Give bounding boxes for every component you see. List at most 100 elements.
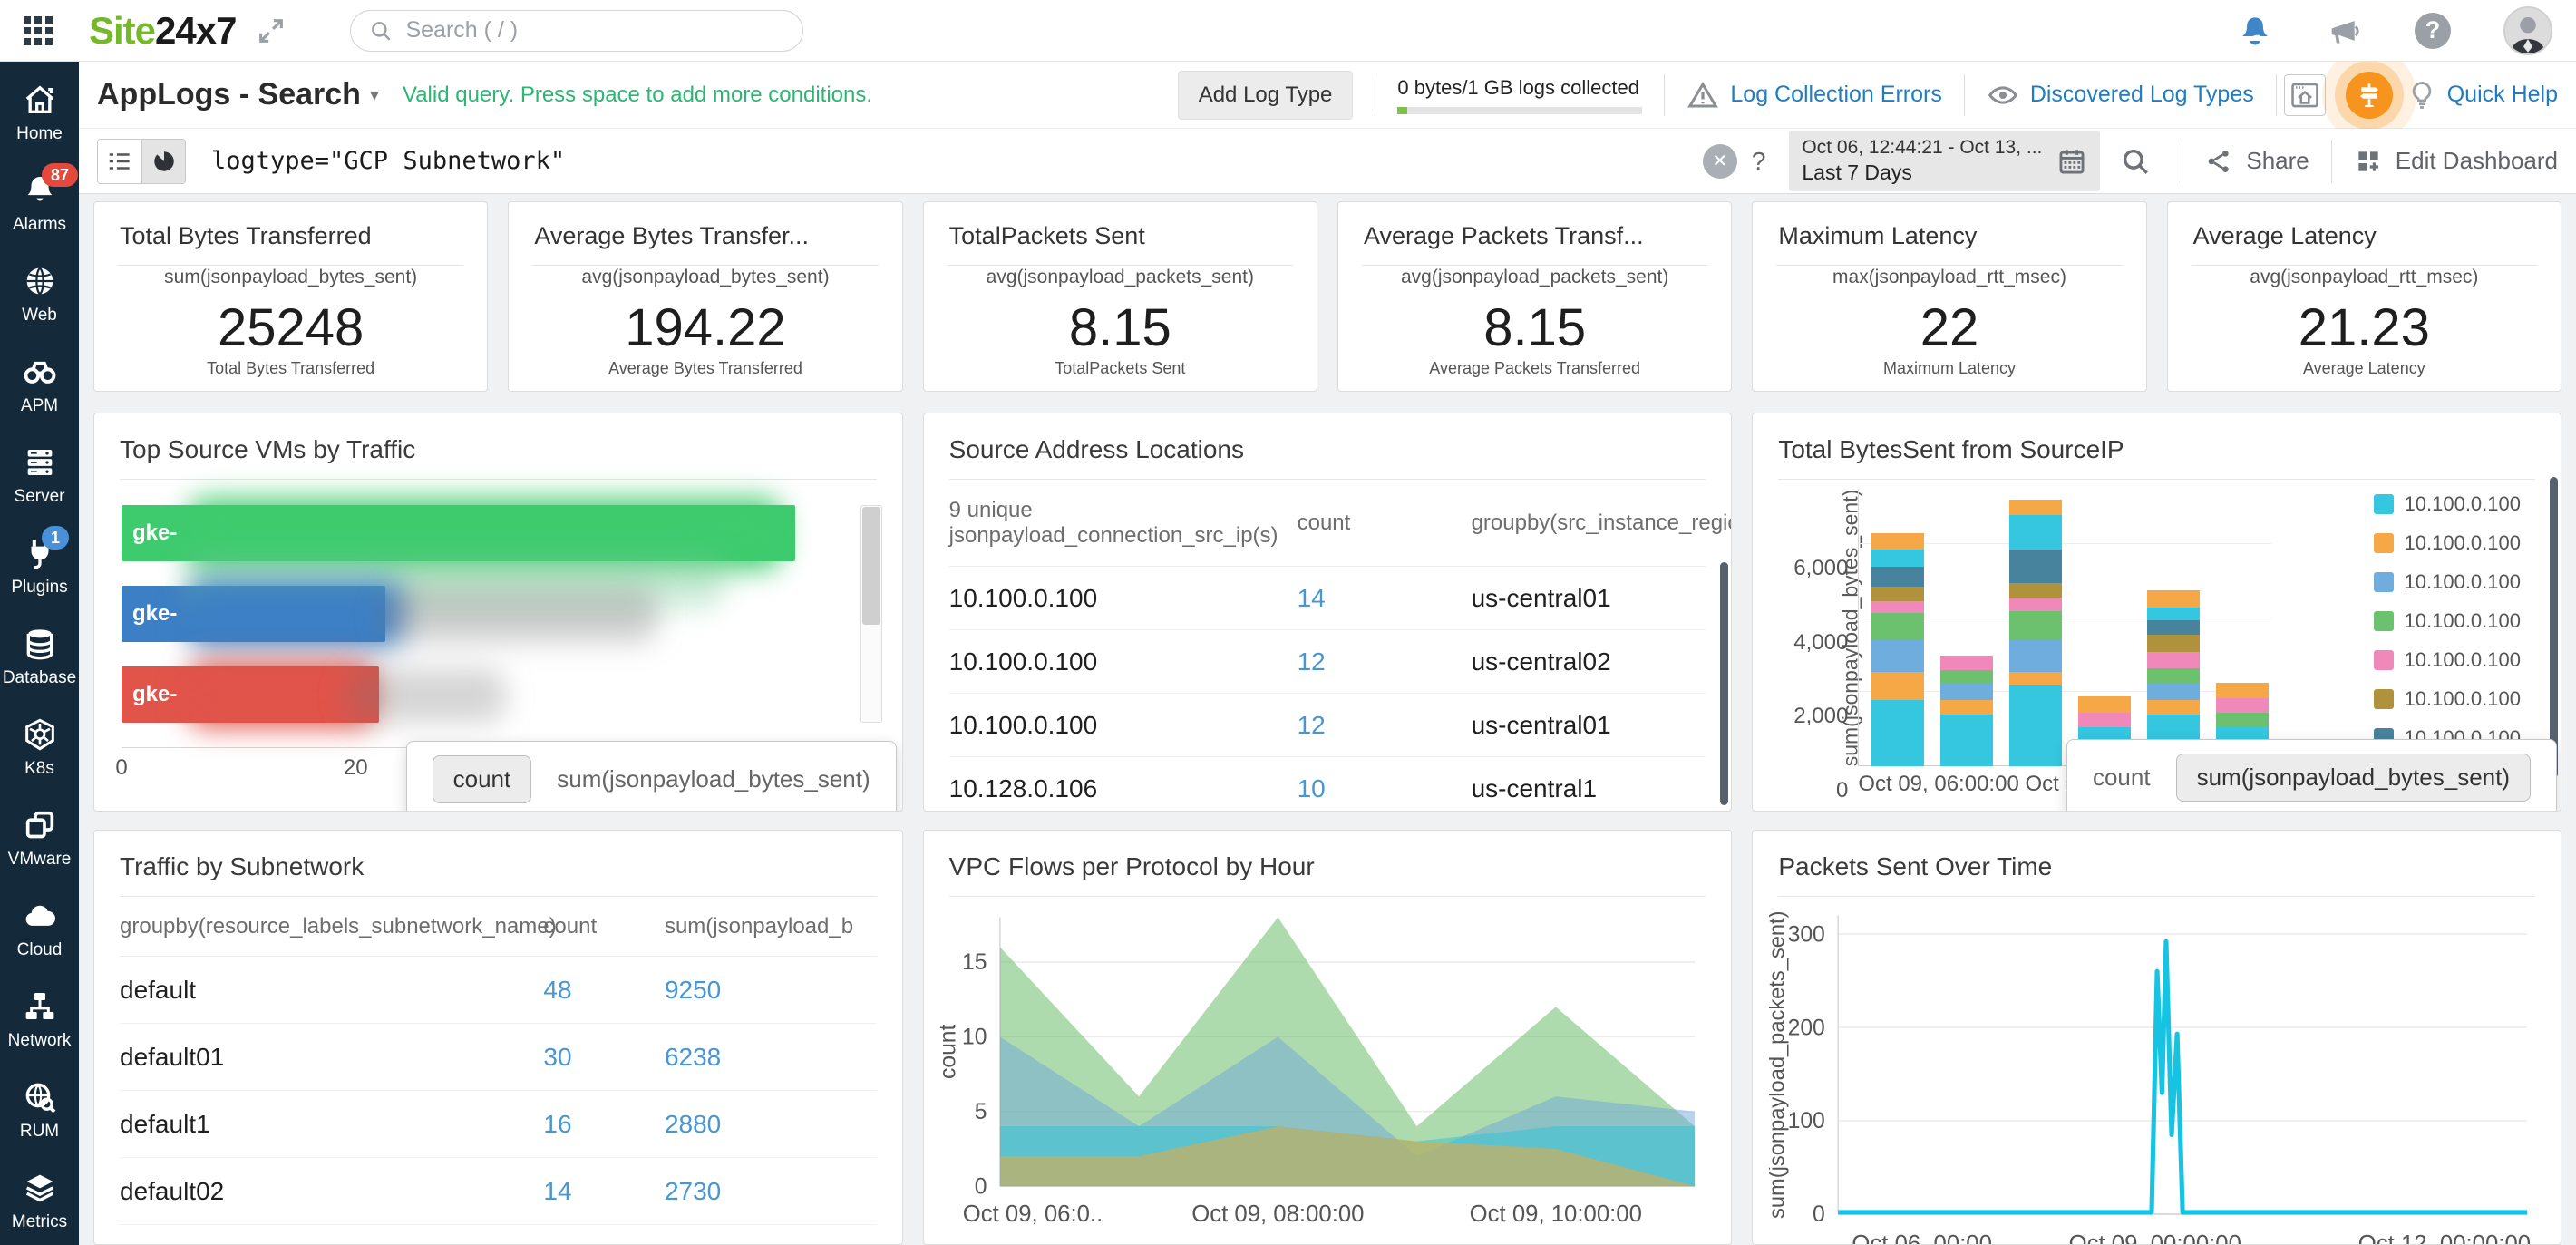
table-row[interactable]: default01 30 6238 <box>120 1024 877 1091</box>
list-view-icon[interactable] <box>98 139 141 183</box>
discovered-log-types-link[interactable]: Discovered Log Types <box>1987 79 2254 112</box>
card-footer-label: TotalPackets Sent <box>1055 359 1186 377</box>
cell-value[interactable]: 30 <box>543 1043 665 1072</box>
announcements-megaphone-icon[interactable] <box>2326 13 2362 49</box>
legend-item[interactable]: 10.100.0.100 <box>2373 492 2521 516</box>
guided-tour-signpost-icon[interactable] <box>2345 71 2393 119</box>
cell-value[interactable]: 48 <box>543 976 665 1005</box>
apps-grid-icon[interactable] <box>24 15 53 45</box>
stacked-bar[interactable] <box>1940 655 1994 766</box>
date-range-picker[interactable]: Oct 06, 12:44:21 - Oct 13, ... Last 7 Da… <box>1789 131 2101 191</box>
cell-value[interactable]: 14 <box>543 1177 665 1206</box>
sidebar-item-network[interactable]: Network <box>0 988 79 1051</box>
fullscreen-expand-icon[interactable] <box>256 15 287 46</box>
sidebar-item-label: RUM <box>19 1122 60 1141</box>
bar-segment <box>2078 712 2132 728</box>
run-search-icon[interactable] <box>2120 146 2151 177</box>
log-usage-text: 0 bytes/1 GB logs collected <box>1397 75 1639 99</box>
card-title: Average Latency <box>2192 222 2377 249</box>
log-collection-errors-link[interactable]: Log Collection Errors <box>1687 79 1942 112</box>
bar-segment <box>1871 640 1925 672</box>
cell-value[interactable]: 6238 <box>665 1043 877 1072</box>
title-dropdown-caret-icon[interactable]: ▾ <box>370 83 379 106</box>
browser-home-icon[interactable] <box>2283 73 2326 116</box>
share-button[interactable]: Share <box>2204 147 2309 176</box>
help-icon[interactable]: ? <box>2415 12 2451 49</box>
cell-value[interactable]: 16 <box>543 1110 665 1139</box>
global-search-input[interactable] <box>405 17 785 44</box>
bar-segment <box>2009 500 2063 515</box>
legend-swatch <box>2373 533 2394 553</box>
sidebar-item-cloud[interactable]: Cloud <box>0 898 79 960</box>
sidebar-item-web[interactable]: Web <box>0 263 79 326</box>
sidebar-item-server[interactable]: Server <box>0 444 79 507</box>
legend-swatch <box>2373 650 2394 670</box>
sidebar-item-apm[interactable]: APM <box>0 354 79 416</box>
panel-top-source-vms: Top Source VMs by Traffic gke-gke-gke- 0 2… <box>93 413 903 812</box>
query-input[interactable]: logtype="GCP Subnetwork" <box>211 147 565 175</box>
share-label: Share <box>2246 147 2309 174</box>
cell-value[interactable]: 10 <box>1298 774 1472 803</box>
stacked-bar[interactable] <box>2009 500 2063 766</box>
bar-segment <box>1871 550 1925 567</box>
scrollbar-thumb[interactable] <box>861 507 880 625</box>
quick-help-link[interactable]: Quick Help <box>2447 82 2558 108</box>
query-help-icon[interactable]: ? <box>1752 147 1766 176</box>
cell-value[interactable]: 2880 <box>665 1110 877 1139</box>
cell-value[interactable]: us-central1 <box>1472 774 1706 803</box>
metric-option-sum[interactable]: sum(jsonpayload_bytes_sent) <box>2175 754 2531 802</box>
stacked-bar[interactable] <box>1871 533 1925 766</box>
legend-swatch <box>2373 572 2394 592</box>
table-row[interactable]: default11122100 <box>120 1225 877 1245</box>
cell-value[interactable]: 2730 <box>665 1177 877 1206</box>
svg-text:sum(jsonpayload_packets_sent): sum(jsonpayload_packets_sent) <box>1769 910 1789 1218</box>
user-avatar[interactable] <box>2503 5 2552 55</box>
table-scrollbar[interactable] <box>1720 562 1729 805</box>
add-log-type-button[interactable]: Add Log Type <box>1177 70 1354 120</box>
table-row[interactable]: 10.100.0.100 12 us-central01 <box>948 694 1706 757</box>
sidebar-item-alarms[interactable]: Alarms 87 <box>0 163 79 235</box>
legend-item[interactable]: 10.100.0.100 <box>2373 531 2521 555</box>
cell-value[interactable]: 9250 <box>665 976 877 1005</box>
legend-item[interactable]: 10.100.0.100 <box>2373 609 2521 633</box>
legend-item[interactable]: 10.100.0.100 <box>2373 570 2521 594</box>
card-title: Total Bytes Transferred <box>120 222 372 249</box>
cell-value[interactable]: 14 <box>1298 584 1472 613</box>
clear-query-icon[interactable]: ✕ <box>1702 143 1737 179</box>
notifications-bell-icon[interactable] <box>2237 13 2273 49</box>
sidebar-item-rum[interactable]: RUM <box>0 1079 79 1142</box>
bar-segment <box>1871 612 1925 641</box>
bar-segment <box>2147 651 2201 668</box>
cell-value[interactable]: 12 <box>1298 647 1472 676</box>
legend-item[interactable]: 10.100.0.100 <box>2373 648 2521 672</box>
sidebar-item-vmware[interactable]: VMware <box>0 807 79 870</box>
y-axis-tick: 2,000 <box>1793 704 1849 729</box>
metric-option-sum[interactable]: sum(jsonpayload_bytes_sent) <box>557 765 870 793</box>
metric-option-count[interactable]: count <box>432 755 532 803</box>
table-row[interactable]: 10.100.0.100 14 us-central01 <box>948 567 1706 630</box>
sidebar-item-home[interactable]: Home <box>0 82 79 144</box>
legend-swatch <box>2373 689 2394 709</box>
table-row[interactable]: default1 16 2880 <box>120 1091 877 1158</box>
sidebar-item-metrics[interactable]: Metrics <box>0 1170 79 1232</box>
sidebar-item-database[interactable]: Database <box>0 626 79 688</box>
cell-value[interactable]: us-central01 <box>1472 584 1706 613</box>
cell-value[interactable]: us-central01 <box>1472 711 1706 740</box>
cell-value[interactable]: 12 <box>1298 711 1472 740</box>
table-row[interactable]: default02 14 2730 <box>120 1158 877 1225</box>
table-row[interactable]: default 48 9250 <box>120 957 877 1024</box>
chart-view-icon[interactable] <box>141 139 185 183</box>
metric-option-count[interactable]: count <box>2093 764 2151 792</box>
panel-title: Packets Sent Over Time <box>1778 852 2053 880</box>
table-row[interactable]: 10.100.0.100 12 us-central02 <box>948 630 1706 694</box>
sidebar-item-label: K8s <box>24 759 54 778</box>
rum-icon <box>22 1079 58 1115</box>
table-row[interactable]: 10.128.0.106 10 us-central1 <box>949 757 1706 811</box>
legend-item[interactable]: 10.100.0.100 <box>2373 687 2521 711</box>
chart-scrollbar[interactable] <box>2550 477 2558 778</box>
sidebar-item-k8s[interactable]: K8s <box>0 716 79 779</box>
cell-value[interactable]: us-central02 <box>1472 647 1706 676</box>
sidebar-item-plugins[interactable]: Plugins 1 <box>0 526 79 598</box>
edit-dashboard-button[interactable]: Edit Dashboard <box>2354 147 2558 176</box>
chart-scrollbar[interactable] <box>860 505 882 723</box>
